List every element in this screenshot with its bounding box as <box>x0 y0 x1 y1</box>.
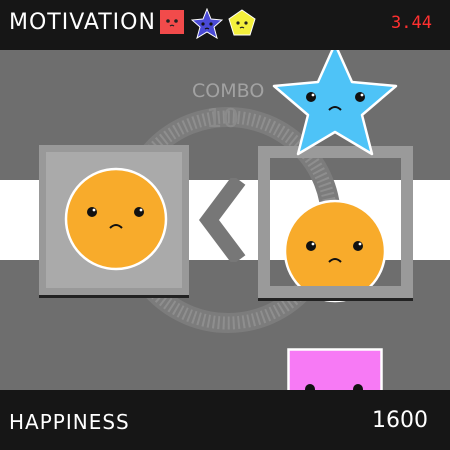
yellow-pentagon-face-icon <box>228 9 256 36</box>
right-target-frame[interactable] <box>258 146 413 298</box>
orange-circle-face-left[interactable] <box>63 166 169 272</box>
indigo-star-face-icon <box>191 8 223 40</box>
bottom-bar: HAPPINESS 1600 <box>0 390 450 450</box>
motivation-title: MOTIVATION <box>9 10 156 35</box>
chevron-left-icon[interactable] <box>195 178 255 262</box>
red-square-face-icon <box>160 10 184 34</box>
blue-star-face[interactable] <box>268 50 402 158</box>
happiness-label: HAPPINESS <box>9 410 130 434</box>
combo-label: COMBO <box>192 80 265 102</box>
pink-square-face[interactable] <box>287 348 383 390</box>
play-field: COMBO 10 <box>0 50 450 390</box>
top-bar: MOTIVATION 3.44 <box>0 0 450 50</box>
combo-count: 10 <box>206 104 240 134</box>
countdown-timer: 3.44 <box>391 13 432 33</box>
happiness-score: 1600 <box>372 408 428 433</box>
